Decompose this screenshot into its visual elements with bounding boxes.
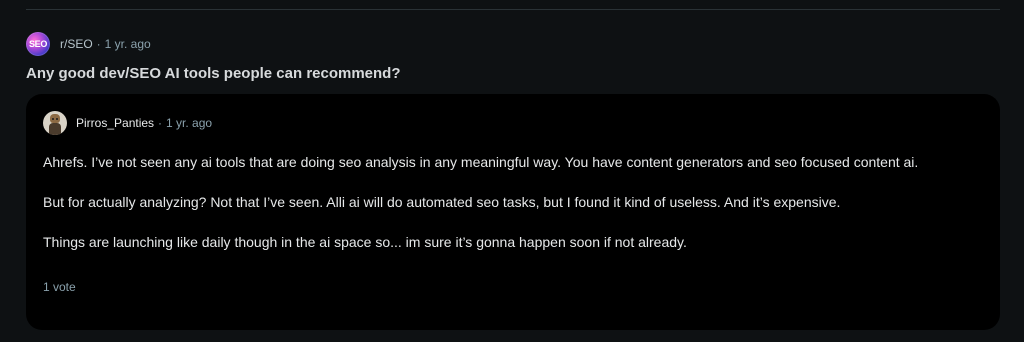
comment-body: Ahrefs. I’ve not seen any ai tools that … <box>43 152 983 272</box>
user-avatar-icon[interactable] <box>43 111 67 135</box>
subreddit-link[interactable]: r/SEO <box>60 37 93 51</box>
post-meta: SEO r/SEO · 1 yr. ago <box>26 32 151 56</box>
avatar-eye-right <box>56 118 58 120</box>
comment-header: Pirros_Panties · 1 yr. ago <box>43 111 212 135</box>
comment-author-link[interactable]: Pirros_Panties <box>76 116 154 130</box>
post-timestamp: 1 yr. ago <box>104 37 151 51</box>
comment-paragraph: Ahrefs. I’ve not seen any ai tools that … <box>43 154 919 170</box>
vote-count: 1 vote <box>43 280 76 294</box>
comment-timestamp: 1 yr. ago <box>166 116 213 130</box>
avatar-body-shape <box>49 123 61 135</box>
post-title[interactable]: Any good dev/SEO AI tools people can rec… <box>26 65 401 82</box>
meta-separator: · <box>158 116 163 130</box>
divider <box>26 9 1000 10</box>
avatar-eye-left <box>52 118 54 120</box>
search-result-page: SEO r/SEO · 1 yr. ago Any good dev/SEO A… <box>0 0 1024 342</box>
subreddit-avatar-text: SEO <box>28 39 48 49</box>
meta-separator: · <box>96 37 101 51</box>
comment-paragraph: But for actually analyzing? Not that I’v… <box>43 194 841 210</box>
comment-paragraph: Things are launching like daily though i… <box>43 234 687 250</box>
comment-card[interactable]: Pirros_Panties · 1 yr. ago Ahrefs. I’ve … <box>26 94 1000 330</box>
subreddit-avatar-icon[interactable]: SEO <box>26 32 50 56</box>
